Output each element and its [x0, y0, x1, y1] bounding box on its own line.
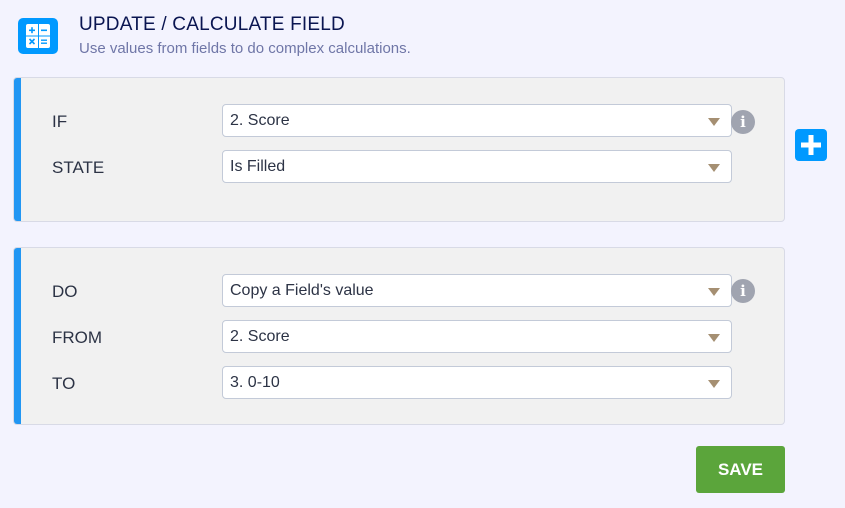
do-label: DO — [52, 282, 78, 301]
from-row: FROM 2. Score — [14, 320, 784, 354]
header-icon — [18, 18, 58, 54]
from-label: FROM — [52, 328, 103, 347]
plus-icon — [801, 135, 821, 155]
to-label: TO — [52, 374, 76, 393]
from-field-select[interactable]: 2. Score — [222, 320, 732, 353]
chevron-down-icon — [708, 380, 720, 388]
save-button[interactable]: SAVE — [696, 446, 785, 493]
action-card: DO Copy a Field's value FROM 2. Score TO… — [13, 247, 785, 425]
from-field-value: 2. Score — [230, 328, 290, 345]
condition-card: IF 2. Score STATE Is Filled — [13, 77, 785, 222]
info-icon[interactable]: i — [731, 110, 755, 134]
state-value: Is Filled — [230, 158, 286, 175]
do-action-select[interactable]: Copy a Field's value — [222, 274, 732, 307]
calculator-icon — [26, 24, 50, 48]
to-field-select[interactable]: 3. 0-10 — [222, 366, 732, 399]
chevron-down-icon — [708, 288, 720, 296]
page-title: UPDATE / CALCULATE FIELD — [79, 14, 345, 35]
to-row: TO 3. 0-10 — [14, 366, 784, 400]
do-row: DO Copy a Field's value — [14, 274, 784, 308]
state-row: STATE Is Filled — [14, 150, 784, 184]
if-field-select[interactable]: 2. Score — [222, 104, 732, 137]
state-select[interactable]: Is Filled — [222, 150, 732, 183]
if-row: IF 2. Score — [14, 104, 784, 138]
chevron-down-icon — [708, 118, 720, 126]
info-icon[interactable]: i — [731, 279, 755, 303]
do-action-value: Copy a Field's value — [230, 282, 374, 299]
to-field-value: 3. 0-10 — [230, 374, 280, 391]
if-field-value: 2. Score — [230, 112, 290, 129]
chevron-down-icon — [708, 334, 720, 342]
add-condition-button[interactable] — [795, 129, 827, 161]
page-subtitle: Use values from fields to do complex cal… — [79, 40, 411, 57]
chevron-down-icon — [708, 164, 720, 172]
state-label: STATE — [52, 158, 105, 177]
if-label: IF — [52, 112, 68, 131]
